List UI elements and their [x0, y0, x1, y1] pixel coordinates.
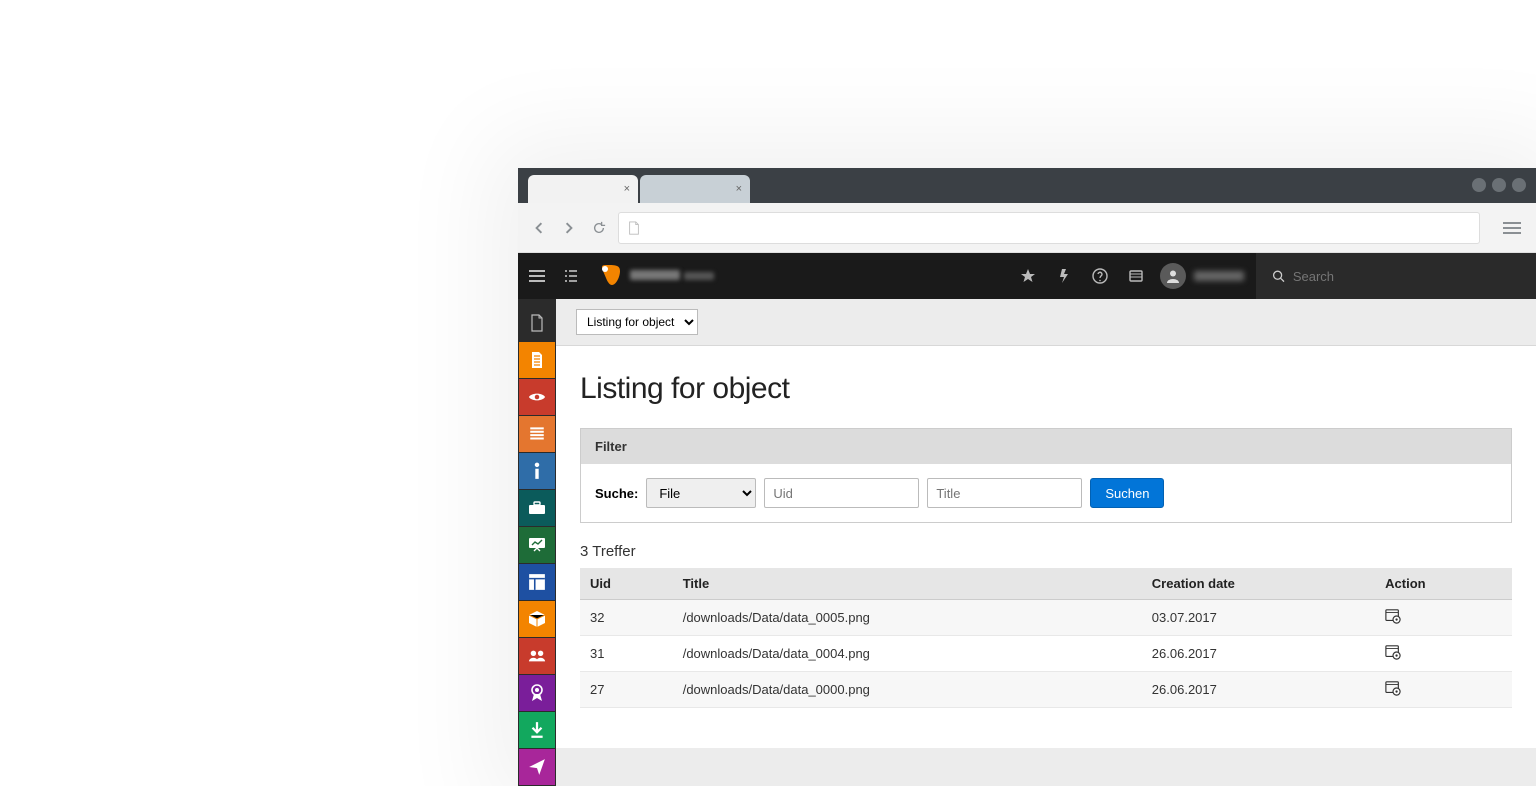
forward-button[interactable]	[558, 217, 580, 239]
content-toolbar: Listing for object	[556, 299, 1536, 346]
cell-date: 26.06.2017	[1142, 672, 1375, 708]
sidebar-item-list[interactable]	[519, 416, 555, 452]
content-area: Listing for object Listing for object Fi…	[556, 299, 1536, 786]
address-bar[interactable]	[618, 212, 1480, 244]
search-icon	[1272, 269, 1285, 283]
page-content: Listing for object Filter Suche: File Su…	[556, 346, 1536, 748]
filter-panel: Filter Suche: File Suchen	[580, 428, 1512, 523]
filter-uid-input[interactable]	[764, 478, 919, 508]
module-sidebar	[518, 299, 556, 786]
help-button[interactable]	[1082, 253, 1118, 299]
sidebar-item-template[interactable]	[519, 564, 555, 600]
window-dot[interactable]	[1512, 178, 1526, 192]
avatar	[1160, 263, 1186, 289]
cell-action	[1375, 600, 1512, 636]
close-icon[interactable]: ×	[736, 183, 742, 195]
download-icon	[528, 721, 546, 739]
module-menu-toggle[interactable]	[556, 268, 586, 284]
document-icon	[528, 351, 546, 369]
app-list-button[interactable]	[1118, 253, 1154, 299]
cell-action	[1375, 672, 1512, 708]
browser-tab-strip: × ×	[518, 168, 1536, 203]
column-uid: Uid	[580, 568, 673, 600]
filter-panel-body: Suche: File Suchen	[581, 464, 1511, 522]
cell-title: /downloads/Data/data_0004.png	[673, 636, 1142, 672]
table-row: 32/downloads/Data/data_0005.png03.07.201…	[580, 600, 1512, 636]
module-select[interactable]: Listing for object	[576, 309, 698, 335]
window-dot[interactable]	[1472, 178, 1486, 192]
username-label	[1194, 271, 1244, 281]
browser-window: × ×	[518, 168, 1536, 786]
search-label: Suche:	[595, 486, 638, 501]
search-input[interactable]	[1293, 269, 1520, 284]
package-icon	[528, 610, 546, 628]
app-header	[518, 253, 1536, 299]
users-icon	[528, 647, 546, 665]
results-table: Uid Title Creation date Action 32/downlo…	[580, 568, 1512, 708]
app-name	[630, 267, 714, 285]
close-icon[interactable]: ×	[624, 183, 630, 195]
filter-panel-header: Filter	[581, 429, 1511, 464]
typo3-logo-icon	[596, 263, 622, 289]
cell-date: 26.06.2017	[1142, 636, 1375, 672]
view-record-icon[interactable]	[1385, 648, 1401, 663]
browser-toolbar	[518, 203, 1536, 253]
presentation-icon	[528, 536, 546, 554]
cell-title: /downloads/Data/data_0000.png	[673, 672, 1142, 708]
window-dot[interactable]	[1492, 178, 1506, 192]
reload-button[interactable]	[588, 217, 610, 239]
column-title: Title	[673, 568, 1142, 600]
page-title: Listing for object	[580, 372, 1512, 406]
cell-uid: 27	[580, 672, 673, 708]
filter-title-input[interactable]	[927, 478, 1082, 508]
sidebar-item-info[interactable]	[519, 453, 555, 489]
table-row: 31/downloads/Data/data_0004.png26.06.201…	[580, 636, 1512, 672]
browser-menu-button[interactable]	[1498, 222, 1526, 234]
browser-tab-active[interactable]: ×	[528, 175, 638, 203]
search-field[interactable]	[1256, 253, 1536, 299]
view-record-icon[interactable]	[1385, 684, 1401, 699]
bookmark-button[interactable]	[1010, 253, 1046, 299]
sidebar-item-download[interactable]	[519, 712, 555, 748]
sidebar-item-presentation[interactable]	[519, 527, 555, 563]
sidebar-item-send[interactable]	[519, 749, 555, 785]
column-action: Action	[1375, 568, 1512, 600]
column-date: Creation date	[1142, 568, 1375, 600]
info-icon	[528, 462, 546, 480]
back-button[interactable]	[528, 217, 550, 239]
sidebar-item-users[interactable]	[519, 638, 555, 674]
sidebar-item-extensions[interactable]	[519, 601, 555, 637]
medal-icon	[528, 684, 546, 702]
sidebar-toggle-button[interactable]	[518, 253, 556, 299]
sidebar-item-access[interactable]	[519, 675, 555, 711]
clear-cache-button[interactable]	[1046, 253, 1082, 299]
cell-title: /downloads/Data/data_0005.png	[673, 600, 1142, 636]
cell-action	[1375, 636, 1512, 672]
list-icon	[528, 425, 546, 443]
user-menu[interactable]	[1154, 263, 1256, 289]
eye-icon	[528, 388, 546, 406]
app-logo[interactable]	[586, 263, 724, 289]
cell-uid: 32	[580, 600, 673, 636]
browser-tab-inactive[interactable]: ×	[640, 175, 750, 203]
page-icon	[528, 314, 546, 332]
layout-icon	[528, 573, 546, 591]
document-icon	[627, 221, 641, 235]
search-button[interactable]: Suchen	[1090, 478, 1164, 508]
briefcase-icon	[528, 499, 546, 517]
view-record-icon[interactable]	[1385, 612, 1401, 627]
sidebar-item-functions[interactable]	[519, 490, 555, 526]
cell-date: 03.07.2017	[1142, 600, 1375, 636]
results-count: 3 Treffer	[580, 543, 1512, 560]
app-body: Listing for object Listing for object Fi…	[518, 299, 1536, 786]
cell-uid: 31	[580, 636, 673, 672]
send-icon	[528, 758, 546, 776]
sidebar-item-page[interactable]	[519, 342, 555, 378]
window-controls	[1472, 178, 1526, 192]
sidebar-item-view[interactable]	[519, 379, 555, 415]
filter-type-select[interactable]: File	[646, 478, 756, 508]
sidebar-item-web[interactable]	[519, 305, 555, 341]
table-row: 27/downloads/Data/data_0000.png26.06.201…	[580, 672, 1512, 708]
